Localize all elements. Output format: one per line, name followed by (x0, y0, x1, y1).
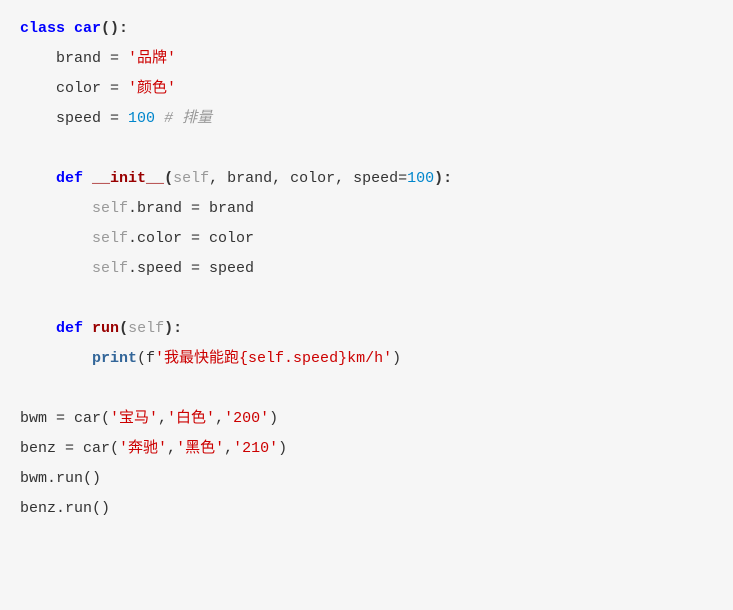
str-bmw-color: '白色' (167, 410, 215, 427)
comma: , (215, 410, 224, 427)
keyword-def: def (56, 170, 83, 187)
keyword-class: class (20, 20, 65, 37)
assign-speed: .speed = speed (128, 260, 254, 277)
op-eq: = (101, 110, 128, 127)
comma: , (167, 440, 176, 457)
paren-open: ( (119, 320, 128, 337)
assign-brand: .brand = brand (128, 200, 254, 217)
fstring: '我最快能跑{self.speed}km/h' (155, 350, 392, 367)
self-ref: self (92, 200, 128, 217)
comma: , (158, 410, 167, 427)
comma: , (224, 440, 233, 457)
print-open: (f (137, 350, 155, 367)
params-rest: , brand, color, speed= (209, 170, 407, 187)
comment-speed: # 排量 (155, 110, 212, 127)
self-ref: self (92, 230, 128, 247)
print-close: ) (392, 350, 401, 367)
param-self: self (128, 320, 164, 337)
method-init: __init__ (92, 170, 164, 187)
paren: (): (101, 20, 128, 37)
attr-color: color (56, 80, 101, 97)
paren-open: ( (164, 170, 173, 187)
attr-speed: speed (56, 110, 101, 127)
op-eq: = (101, 50, 128, 67)
paren-close: ): (164, 320, 182, 337)
str-bmw-brand: '宝马' (110, 410, 158, 427)
var-bwm: bwm = car( (20, 410, 110, 427)
str-bmw-speed: '200' (224, 410, 269, 427)
class-name: car (74, 20, 101, 37)
default-100: 100 (407, 170, 434, 187)
close-paren: ) (278, 440, 287, 457)
op-eq: = (101, 80, 128, 97)
call-bwm-run: bwm.run() (20, 470, 101, 487)
str-bz-color: '黑色' (176, 440, 224, 457)
string-color: '颜色' (128, 80, 176, 97)
self-ref: self (92, 260, 128, 277)
string-brand: '品牌' (128, 50, 176, 67)
str-bz-speed: '210' (233, 440, 278, 457)
number-100: 100 (128, 110, 155, 127)
builtin-print: print (92, 350, 137, 367)
keyword-def: def (56, 320, 83, 337)
code-block: class car(): brand = '品牌' color = '颜色' s… (0, 0, 733, 538)
assign-color: .color = color (128, 230, 254, 247)
close-paren: ) (269, 410, 278, 427)
param-self: self (173, 170, 209, 187)
str-bz-brand: '奔驰' (119, 440, 167, 457)
call-benz-run: benz.run() (20, 500, 110, 517)
attr-brand: brand (56, 50, 101, 67)
method-run: run (92, 320, 119, 337)
paren-close: ): (434, 170, 452, 187)
var-benz: benz = car( (20, 440, 119, 457)
